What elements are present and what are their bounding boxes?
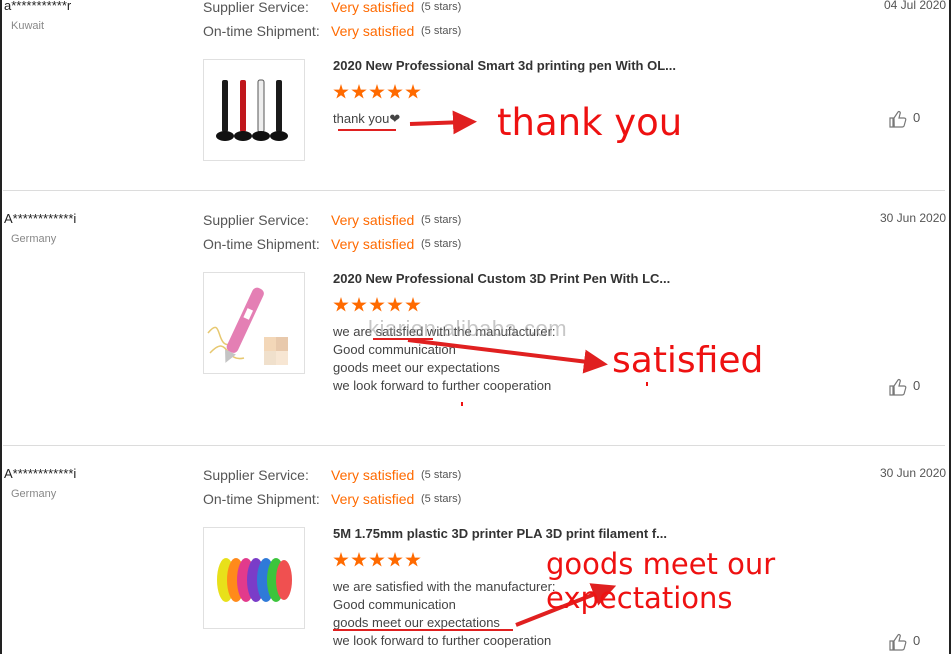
annotation-mark [461, 402, 463, 406]
annotation-note: goods meet our expectations [546, 547, 776, 615]
annotation-arrow [409, 110, 477, 135]
annotation-arrow [407, 338, 608, 374]
annotation-note: thank you [497, 101, 683, 144]
annotation-note: satisfied [612, 340, 764, 381]
annotation-mark [646, 382, 648, 386]
